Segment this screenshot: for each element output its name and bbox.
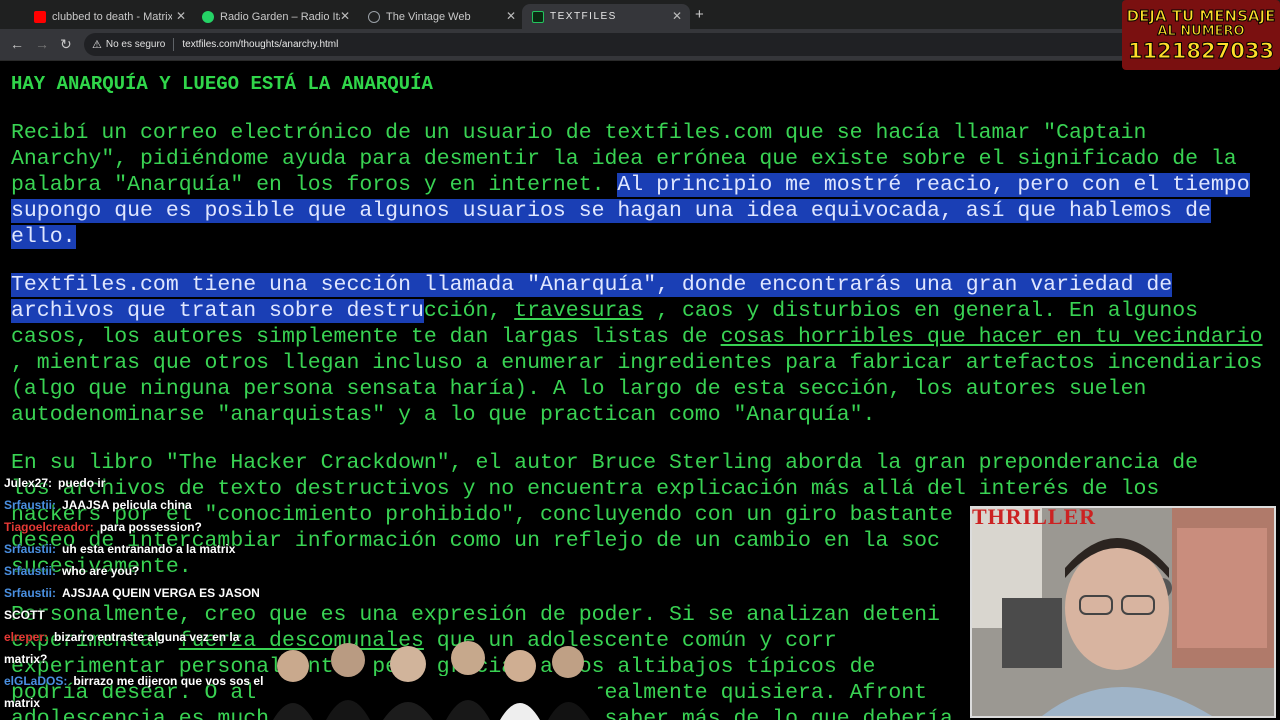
divider [173,38,175,51]
paragraph-line: Personalmente, creo que es una expresión… [11,603,940,627]
webcam-feed [970,506,1276,718]
text-segment: casos, los autores simplemente te dan la… [11,325,721,349]
chat-user: Srfaustii: [4,542,57,556]
tab-strip: clubbed to death - Matrix soun ✕ Radio G… [0,0,1280,29]
tab-youtube[interactable]: clubbed to death - Matrix soun ✕ [24,4,194,29]
chat-user: SCOTT [4,608,45,622]
chat-user: matrix? [4,652,48,666]
chat-text: who are you? [62,564,140,578]
chat-message: SCOTT [4,608,51,622]
chat-text: AJSJAA QUEIN VERGA ES JASON [62,586,260,600]
chat-message: elreper: bizarro entraste alguna vez en l… [4,630,239,644]
banner-line: DEJA TU MENSAJE [1126,6,1276,25]
paragraph-line: ello. [11,224,76,250]
paragraph-line: Textfiles.com tiene una sección llamada … [11,272,1173,298]
tab-title: clubbed to death - Matrix soun [52,10,172,23]
chat-message: matrix? [4,652,53,666]
close-tab-icon[interactable]: ✕ [506,9,516,23]
close-tab-icon[interactable]: ✕ [176,9,186,23]
paragraph-line: (algo que ninguna persona sensata haría)… [11,377,1147,401]
paragraph-line: autodenominarse "anarquistas" y a lo que… [11,403,876,427]
link-cosas-horribles[interactable]: cosas horribles que hacer en tu vecindar… [721,325,1263,349]
tab-vintage-web[interactable]: The Vintage Web ✕ [358,4,524,29]
text-segment: cción, [423,299,515,323]
chat-user: matrix [4,696,41,710]
thriller-logo: THRILLER [972,504,1097,529]
paragraph-line: archivos que tratan sobre destrucción, t… [11,298,1198,324]
address-bar[interactable]: ⚠ No es seguro textfiles.com/thoughts/an… [84,33,1134,56]
paragraph-line: casos, los autores simplemente te dan la… [11,324,1263,350]
textfiles-icon [532,10,544,23]
chat-text: uh esta entranando a la matrix [62,542,236,556]
text-segment: , caos y disturbios en general. En algun… [643,299,1199,323]
back-arrow-icon[interactable]: ← [10,36,24,52]
selected-text: ello. [11,225,76,249]
chat-message: Srfaustii: AJSJAA QUEIN VERGA ES JASON [4,586,260,600]
paragraph-line: supongo que es posible que algunos usuar… [11,198,1211,224]
youtube-icon [34,10,46,23]
streamer-image [972,508,1274,716]
reload-icon[interactable]: ↻ [60,36,72,53]
banner-phone: 1121827033 [1127,38,1275,63]
chat-user: Srfaustii: [4,564,57,578]
security-label: No es seguro [105,39,166,50]
chat-text: para possession? [99,520,202,534]
paragraph-line: palabra "Anarquía" en los foros y en int… [11,172,1250,198]
chat-text: puedo ir [58,476,106,490]
chat-message: Julex27: puedo ir [4,476,105,490]
chat-user: Julex27: [4,476,53,490]
paragraph-line: , mientras que otros llegan incluso a en… [11,351,1263,375]
chat-message: Srfaustii: JAAJSA pelicula china [4,498,192,512]
chat-user: Srfaustii: [4,586,57,600]
close-tab-icon[interactable]: ✕ [340,9,350,23]
page-title: HAY ANARQUÍA Y LUEGO ESTÁ LA ANARQUÍA [11,73,433,95]
selected-text: Al principio me mostré reacio, pero con … [617,173,1250,197]
radio-garden-icon [202,10,214,23]
tab-title: TEXTFILES [550,11,617,22]
chat-message: Tiagoelcreador: para possession? [4,520,202,534]
globe-icon [368,10,380,23]
url-text[interactable]: textfiles.com/thoughts/anarchy.html [182,39,338,50]
chat-user: Tiagoelcreador: [4,520,94,534]
banner-line: AL NUMERO [1157,23,1245,39]
chat-message: Srfaustii: uh esta entranando a la matrix [4,542,235,556]
chat-user: elreper: [4,630,49,644]
group-photo-overlay [268,641,598,720]
tab-radio-garden[interactable]: Radio Garden – Radio Ita Pora ( ✕ [192,4,358,29]
chat-message: Srfaustii: who are you? [4,564,139,578]
chat-message: elGLaDOS: birrazo me dijeron que vos sos … [4,674,263,688]
chat-user: elGLaDOS: [4,674,68,688]
warning-icon: ⚠ [92,39,102,51]
security-chip[interactable]: ⚠ No es seguro [92,38,165,51]
tab-title: Radio Garden – Radio Ita Pora ( [220,10,340,23]
paragraph-line: Recibí un correo electrónico de un usuar… [11,121,1147,145]
link-travesuras[interactable]: travesuras [514,299,643,323]
paragraph-line: En su libro "The Hacker Crackdown", el a… [11,451,1198,475]
new-tab-button[interactable]: + [695,6,704,23]
toolbar: ← → ↻ ⚠ No es seguro textfiles.com/thoug… [0,29,1280,61]
paragraph-line: Anarchy", pidiéndome ayuda para desmenti… [11,147,1237,171]
selected-text: Textfiles.com tiene una sección llamada … [11,273,1173,297]
close-tab-icon[interactable]: ✕ [672,9,682,23]
chat-message: matrix [4,696,46,710]
chat-user: Srfaustii: [4,498,57,512]
chat-text: JAAJSA pelicula china [62,498,192,512]
selected-text: supongo que es posible que algunos usuar… [11,199,1211,223]
selected-text: archivos que tratan sobre destru [11,299,424,323]
chat-text: birrazo me dijeron que vos sos el [73,674,264,688]
tab-textfiles[interactable]: TEXTFILES ✕ [522,4,690,29]
message-banner: DEJA TU MENSAJE AL NUMERO 1121827033 [1122,0,1280,70]
text-segment: palabra "Anarquía" en los foros y en int… [11,173,618,197]
forward-arrow-icon[interactable]: → [35,36,49,52]
chat-text: bizarro entraste alguna vez en la [54,630,240,644]
tab-title: The Vintage Web [386,10,471,23]
